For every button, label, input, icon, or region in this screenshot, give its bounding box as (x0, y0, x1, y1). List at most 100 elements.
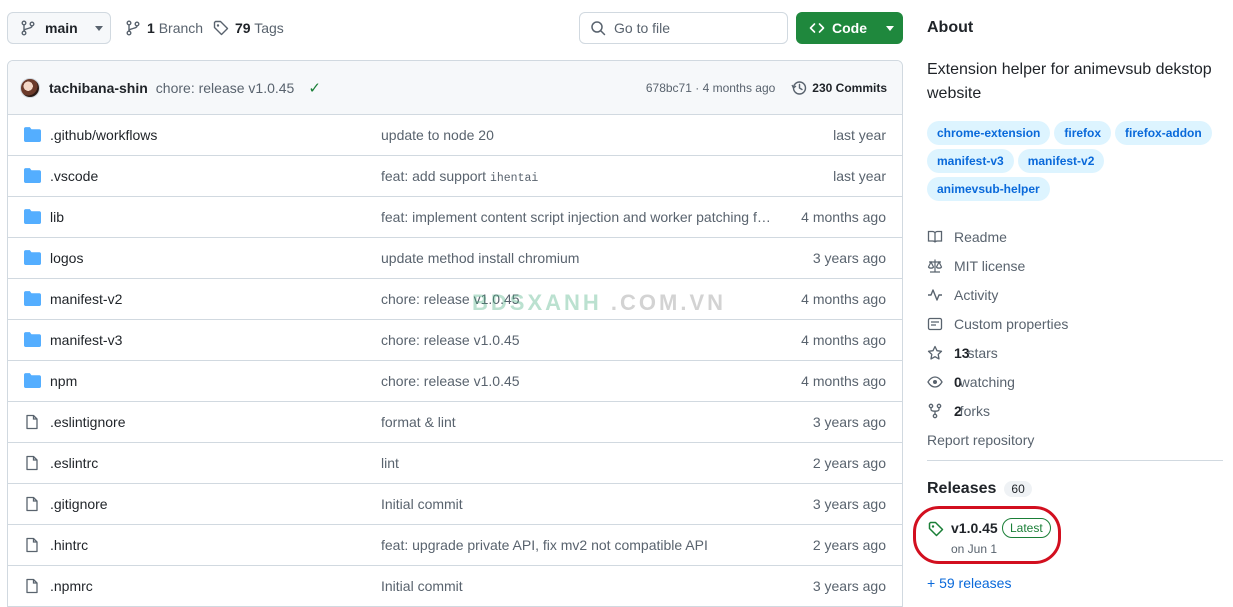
topic-tag[interactable]: firefox-addon (1115, 121, 1212, 145)
meta-forks[interactable]: 2 forks (927, 396, 1223, 425)
code-button[interactable]: Code (796, 12, 903, 44)
meta-readme[interactable]: Readme (927, 222, 1223, 251)
file-name-link[interactable]: .vscode (50, 168, 98, 184)
file-commit-message[interactable]: update to node 20 (381, 127, 494, 143)
file-name-link[interactable]: manifest-v3 (50, 332, 122, 348)
file-name-link[interactable]: logos (50, 250, 83, 266)
file-icon (24, 496, 41, 512)
file-name-link[interactable]: .github/workflows (50, 127, 157, 143)
table-row[interactable]: logos update method install chromium 3 yea… (8, 238, 902, 279)
commits-history-link[interactable]: 230 Commits (791, 80, 887, 96)
file-commit-message[interactable]: Initial commit (381, 578, 463, 594)
file-name-link[interactable]: lib (50, 209, 64, 225)
commits-count: 230 Commits (812, 81, 887, 95)
table-row[interactable]: manifest-v3 chore: release v1.0.45 4 month… (8, 320, 902, 361)
meta-activity[interactable]: Activity (927, 280, 1223, 309)
meta-count: 2 (954, 402, 962, 419)
commit-meta: 678bc71 · 4 months ago 230 Commits (646, 61, 887, 115)
inline-code: ihentai (489, 171, 539, 185)
go-to-file-placeholder: Go to file (614, 20, 671, 36)
file-name-link[interactable]: .eslintignore (50, 414, 126, 430)
file-name-link[interactable]: .gitignore (50, 496, 108, 512)
commit-message[interactable]: chore: release v1.0.45 (156, 80, 295, 96)
branch-icon (126, 20, 140, 36)
table-row[interactable]: .eslintrc lint 2 years ago (8, 443, 902, 484)
commit-separator: · (695, 81, 700, 95)
pulse-icon (928, 288, 942, 301)
avatar[interactable] (20, 77, 40, 98)
repo-description: Extension helper for animevsub dekstop w… (927, 61, 1212, 102)
table-row[interactable]: .vscode feat: add support ihentai last yea… (8, 156, 902, 197)
tags-link[interactable]: 79 Tags (213, 12, 284, 44)
more-releases-link[interactable]: + 59 releases (927, 575, 1011, 591)
latest-release[interactable]: v1.0.45 Latest on Jun 1 (913, 506, 1223, 564)
file-commit-message[interactable]: chore: release v1.0.45 (381, 373, 520, 389)
go-to-file-input[interactable]: Go to file (579, 12, 788, 44)
file-commit-message[interactable]: feat: add support ihentai (381, 168, 538, 185)
file-icon (24, 578, 41, 594)
latest-badge: Latest (1002, 518, 1051, 538)
meta-mit-license[interactable]: MIT license (927, 251, 1223, 280)
table-row[interactable]: .github/workflows update to node 20 last y… (8, 115, 902, 156)
folder-icon (24, 127, 41, 142)
table-row[interactable]: .npmrc Initial commit 3 years ago (8, 566, 902, 607)
check-icon[interactable]: ✓ (308, 79, 321, 97)
branches-link[interactable]: 1 Branch (125, 12, 203, 44)
file-commit-date: 3 years ago (812, 250, 886, 266)
file-name-link[interactable]: .npmrc (50, 578, 93, 594)
file-name-link[interactable]: .hintrc (50, 537, 88, 553)
topic-tag[interactable]: manifest-v2 (1017, 149, 1105, 173)
file-icon (24, 537, 41, 553)
table-row[interactable]: .eslintignore format & lint 3 years ago (8, 402, 902, 443)
tags-label: Tags (254, 20, 284, 36)
file-commit-message[interactable]: update method install chromium (381, 250, 579, 266)
commit-hash[interactable]: 678bc71 (646, 81, 692, 95)
file-commit-message[interactable]: feat: upgrade private API, fix mv2 not c… (381, 537, 708, 553)
file-commit-date: 3 years ago (812, 414, 886, 430)
commit-age: 4 months ago (702, 81, 776, 95)
branch-selector-button[interactable]: main (7, 12, 111, 44)
file-commit-date: 4 months ago (801, 291, 886, 307)
file-commit-message[interactable]: format & lint (381, 414, 456, 430)
table-row[interactable]: lib feat: implement content script inject… (8, 197, 902, 238)
table-row[interactable]: .gitignore Initial commit 3 years ago (8, 484, 902, 525)
file-commit-message[interactable]: lint (381, 455, 399, 471)
folder-icon (24, 209, 41, 224)
repo-meta-list: Readme MIT license Activity Custom properti… (927, 222, 1223, 454)
meta-custom-properties[interactable]: Custom properties (927, 309, 1223, 338)
file-name-link[interactable]: npm (50, 373, 77, 389)
topic-list: chrome-extension firefox firefox-addon mani… (927, 121, 1223, 201)
code-label: Code (832, 20, 867, 36)
report-repository-link[interactable]: Report repository (927, 425, 1223, 454)
table-row[interactable]: manifest-v2 chore: release v1.0.45 4 month… (8, 279, 902, 320)
file-commit-date: 4 months ago (801, 332, 886, 348)
history-icon (791, 81, 807, 95)
file-commit-date: 3 years ago (812, 578, 886, 594)
release-version[interactable]: v1.0.45 (951, 520, 998, 536)
meta-watching[interactable]: 0 watching (927, 367, 1223, 396)
file-commit-date: 2 years ago (812, 455, 886, 471)
topic-tag[interactable]: animevsub-helper (927, 177, 1050, 201)
table-row[interactable]: .hintrc feat: upgrade private API, fix mv… (8, 525, 902, 566)
file-commit-message[interactable]: feat: implement content script injection… (381, 209, 771, 225)
topic-tag[interactable]: chrome-extension (927, 121, 1051, 145)
file-name-link[interactable]: .eslintrc (50, 455, 98, 471)
topic-tag[interactable]: manifest-v3 (927, 149, 1014, 173)
file-icon (24, 414, 41, 430)
book-icon (927, 230, 943, 243)
file-commit-date: 2 years ago (812, 537, 886, 553)
latest-commit-bar: tachibana-shin chore: release v1.0.45 ✓ … (8, 61, 902, 115)
file-list: .github/workflows update to node 20 last y… (8, 115, 902, 607)
releases-heading[interactable]: Releases 60 (927, 480, 1032, 498)
table-row[interactable]: npm chore: release v1.0.45 4 months ago (8, 361, 902, 402)
file-commit-message[interactable]: chore: release v1.0.45 (381, 332, 520, 348)
topic-tag[interactable]: firefox (1054, 121, 1112, 145)
file-commit-date: 4 months ago (801, 373, 886, 389)
meta-count: 13 (954, 344, 970, 361)
watermark: BDSXANH .COM.VN (472, 290, 727, 315)
branches-count: 1 (147, 20, 155, 36)
file-name-link[interactable]: manifest-v2 (50, 291, 122, 307)
file-commit-message[interactable]: Initial commit (381, 496, 463, 512)
commit-author[interactable]: tachibana-shin (49, 80, 148, 96)
meta-stars[interactable]: 13 stars (927, 338, 1223, 367)
